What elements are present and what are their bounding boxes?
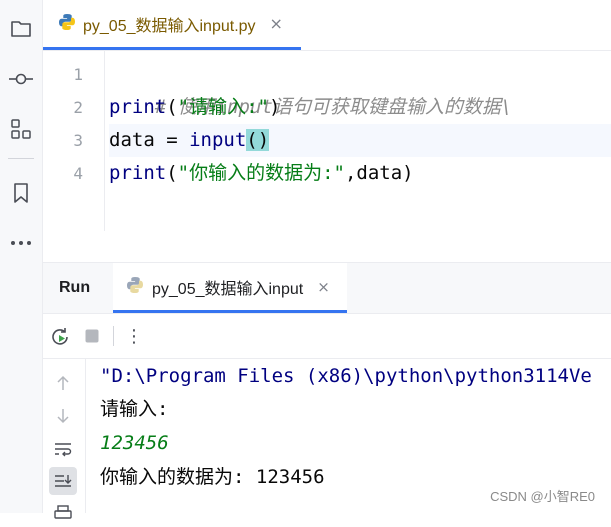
line-number: 2 [73,98,83,117]
code-paren: ) [268,96,281,118]
line-number: 4 [73,164,83,183]
code-func: print [109,96,167,118]
code-func: input [189,129,247,151]
console-user-input: 123456 [100,432,169,454]
editor-tab-active[interactable]: py_05_数据输入input.py × [43,0,301,50]
code-paren: ( [166,96,178,118]
code-var: data = [109,129,190,151]
code-line-4[interactable]: print("你输入的数据为:",data) [109,157,611,190]
more-tools-icon[interactable] [8,230,34,256]
code-string: "你输入的数据为:" [177,162,345,184]
run-tool-window-header: Run py_05_数据输入input × [43,263,611,314]
soft-wrap-icon[interactable] [49,435,77,463]
arrow-down-icon[interactable] [49,402,77,430]
python-file-icon [58,13,76,35]
run-toolbar: ⋮ [43,314,611,359]
line-number-gutter: 1 2 3 4 [43,51,105,231]
editor-tab-label: py_05_数据输入input.py [83,17,256,35]
run-tab-label: py_05_数据输入input [152,280,304,298]
run-title: Run [59,279,91,296]
bookmark-icon[interactable] [8,180,34,206]
code-line-1[interactable]: # 使用input语句可获取键盘输入的数据\ [109,58,611,118]
code-line-2[interactable]: print("请输入:") [109,91,611,124]
activity-divider [8,158,34,159]
rerun-button[interactable] [47,323,73,349]
stop-button[interactable] [79,323,105,349]
line-number: 1 [73,65,83,84]
scroll-to-end-icon[interactable] [49,467,77,495]
python-run-icon [126,276,144,298]
arrow-up-icon[interactable] [49,369,77,397]
structure-icon[interactable] [8,116,34,142]
console-line: "D:\Program Files (x86)\python\python311… [100,365,592,387]
close-icon[interactable]: × [270,14,283,33]
folder-icon[interactable] [8,16,34,42]
console-line: 请输入: [100,398,169,420]
commit-icon[interactable] [8,66,34,92]
print-icon[interactable] [49,499,77,527]
editor-tab-bar: py_05_数据输入input.py × [43,0,611,51]
close-icon[interactable]: × [317,278,330,296]
more-options-icon[interactable]: ⋮ [121,323,147,349]
activity-bar [0,0,43,513]
code-rest: ,data) [344,162,414,184]
watermark: CSDN @小智RE0 [490,489,595,504]
console-line: 你输入的数据为: 123456 [100,466,325,488]
console-side-toolbar [43,359,86,519]
code-func: print [109,162,167,184]
code-line-3[interactable]: data = input() [109,124,611,157]
line-number: 3 [73,131,83,150]
code-editor[interactable]: 1 2 3 4 # 使用input语句可获取键盘输入的数据\ print("请输… [43,51,611,231]
toolbar-separator [113,326,114,346]
code-paren-highlight: () [246,129,270,151]
code-string: "请输入:" [177,96,269,118]
code-paren: ( [166,162,178,184]
run-tab-active[interactable]: py_05_数据输入input × [113,263,347,313]
